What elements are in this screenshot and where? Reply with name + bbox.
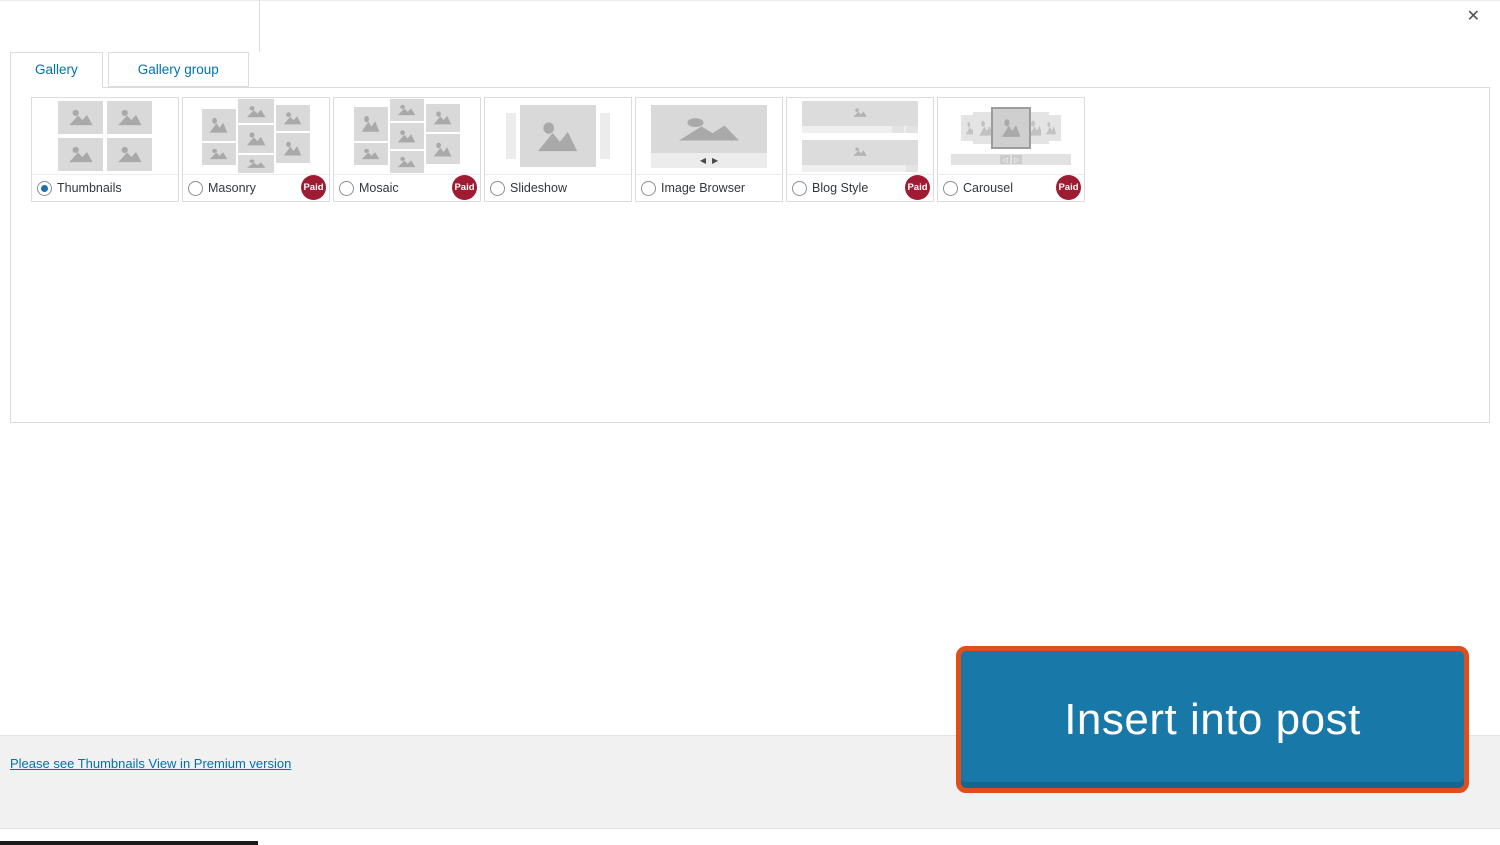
prev-arrow-icon: ◀ [699, 155, 706, 165]
view-option-masonry[interactable]: Masonry Paid [182, 97, 330, 202]
tab-gallery[interactable]: Gallery [10, 52, 103, 88]
close-icon[interactable]: ✕ [1467, 9, 1480, 25]
dialog-tabs: Gallery Gallery group [10, 52, 249, 88]
view-option-image-browser[interactable]: ◀ ▶ Image Browser [635, 97, 783, 202]
radio-image-browser[interactable] [641, 180, 656, 196]
view-label: Thumbnails [57, 181, 122, 195]
view-options-row: Thumbnails Masonry Paid Mosaic Paid Slid… [31, 97, 1085, 202]
radio-blog-style[interactable] [792, 180, 807, 196]
bottom-artifact-bar [0, 841, 258, 845]
view-option-carousel[interactable]: ◁ ▷ Carousel Paid [937, 97, 1085, 202]
image-browser-preview: ◀ ▶ [636, 98, 782, 175]
view-label: Masonry [208, 181, 256, 195]
radio-thumbnails[interactable] [37, 180, 52, 196]
top-border-artifact [0, 0, 1500, 1]
insert-into-post-label: Insert into post [1064, 694, 1361, 744]
top-left-frame-artifact [259, 0, 260, 52]
view-label: Carousel [963, 181, 1014, 195]
view-option-blog-style[interactable]: Blog Style Paid [786, 97, 934, 202]
thumbnails-preview [32, 98, 178, 175]
next-arrow-icon: ▶ [712, 155, 719, 165]
paid-badge: Paid [1056, 175, 1081, 200]
paid-badge: Paid [905, 175, 930, 200]
radio-slideshow[interactable] [490, 180, 505, 196]
view-option-mosaic[interactable]: Mosaic Paid [333, 97, 481, 202]
insert-into-post-button[interactable]: Insert into post [956, 646, 1469, 793]
view-option-slideshow[interactable]: Slideshow [484, 97, 632, 202]
radio-carousel[interactable] [943, 180, 958, 196]
radio-mosaic[interactable] [339, 180, 354, 196]
paid-badge: Paid [301, 175, 326, 200]
view-label: Blog Style [812, 181, 869, 195]
view-option-thumbnails[interactable]: Thumbnails [31, 97, 179, 202]
tab-gallery-group[interactable]: Gallery group [107, 52, 249, 87]
view-label: Mosaic [359, 181, 399, 195]
masonry-preview [183, 98, 329, 175]
radio-masonry[interactable] [188, 180, 203, 196]
blog-style-preview [787, 98, 933, 175]
carousel-preview: ◁ ▷ [938, 98, 1084, 175]
premium-version-link[interactable]: Please see Thumbnails View in Premium ve… [10, 756, 291, 771]
slideshow-preview [485, 98, 631, 175]
paid-badge: Paid [452, 175, 477, 200]
next-arrow-icon: ▷ [1012, 155, 1022, 164]
prev-arrow-icon: ◁ [1000, 155, 1010, 164]
view-label: Image Browser [661, 181, 746, 195]
view-label: Slideshow [510, 181, 567, 195]
mosaic-preview [334, 98, 480, 175]
